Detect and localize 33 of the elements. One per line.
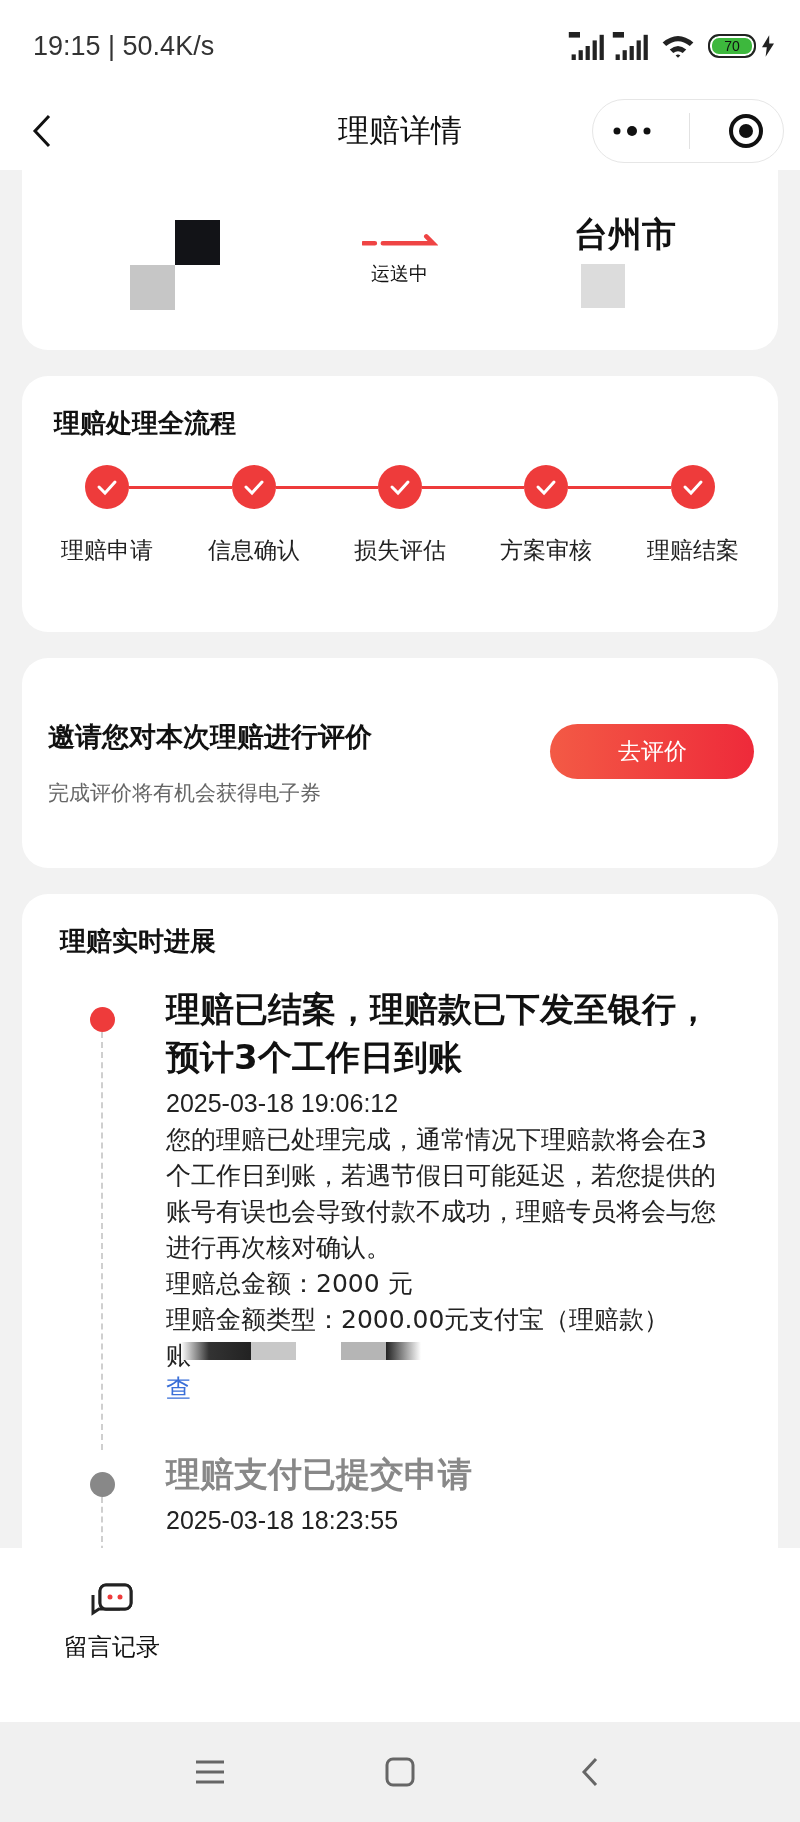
status-time: 19:15 | 50.4K/s [33, 30, 215, 62]
route-arrow-icon [362, 233, 438, 249]
event-title: 理赔支付已提交申请 [166, 1453, 473, 1496]
event-detail: 理赔总金额：2000 元 [166, 1268, 414, 1300]
signal-icon [612, 32, 650, 60]
step-label: 理赔申请 [61, 536, 154, 565]
event-description: 您的理赔已处理完成，通常情况下理赔款将会在3个工作日到账，若遇节假日可能延迟，若您提供的账号有误也会导致付款不成功，理赔专员将会与您进行再次核对确认。 [166, 1124, 717, 1264]
view-link[interactable]: 查 [166, 1374, 726, 1404]
back-icon[interactable] [32, 114, 52, 148]
event-time: 2025-03-18 18:23:55 [166, 1506, 400, 1535]
review-subtitle: 完成评价将有机会获得电子券 [48, 780, 322, 807]
event-time: 2025-03-18 19:06:12 [166, 1089, 400, 1118]
review-title: 邀请您对本次理赔进行评价 [48, 720, 372, 754]
message-record-label[interactable]: 留言记录 [64, 1631, 160, 1663]
section-title: 理赔处理全流程 [52, 407, 237, 440]
destination-city: 台州市 [574, 213, 677, 256]
wifi-icon [660, 33, 696, 59]
event-detail: 理赔金额类型：2000.00元支付宝（理赔款） [166, 1304, 671, 1336]
charging-icon [762, 35, 774, 57]
page-title: 理赔详情 [337, 111, 463, 150]
step-label: 理赔结案 [646, 536, 739, 565]
mosaic-drawing [581, 264, 626, 308]
battery-level: 70 [724, 38, 740, 54]
step-label: 信息确认 [207, 536, 300, 565]
signal-icon [568, 32, 606, 60]
event-title: 理赔已结案，理赔款已下发至银行，预计3个工作日到账 [166, 988, 711, 1079]
more-icon[interactable] [611, 125, 652, 137]
section-title: 理赔实时进展 [58, 925, 217, 958]
shipping-status: 运送中 [371, 261, 429, 286]
review-button[interactable]: 去评价 [550, 723, 754, 779]
step-label: 损失评估 [354, 536, 446, 565]
home-icon[interactable] [385, 1757, 415, 1787]
step-label: 方案审核 [500, 536, 593, 565]
